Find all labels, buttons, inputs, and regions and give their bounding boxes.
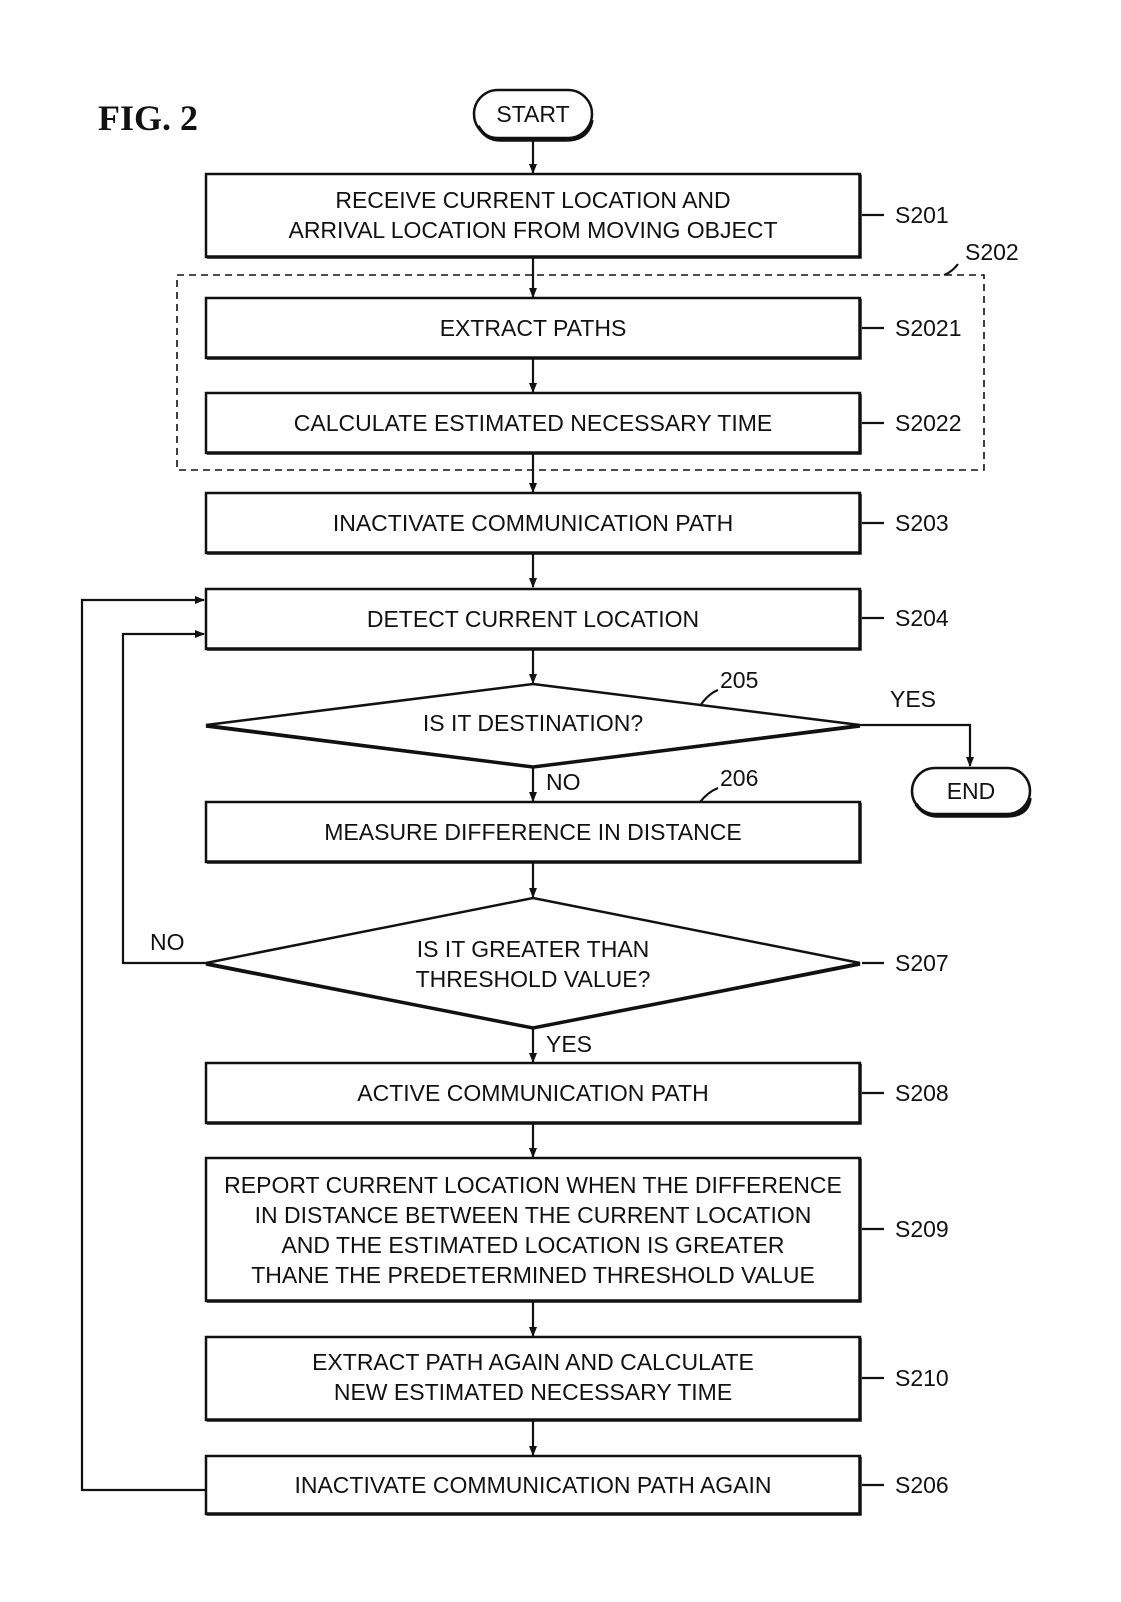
step-text: INACTIVATE COMMUNICATION PATH (333, 510, 733, 536)
step-text: THANE THE PREDETERMINED THRESHOLD VALUE (251, 1262, 815, 1288)
decision-text: IS IT GREATER THAN (417, 936, 650, 962)
end-terminal: END (910, 766, 1032, 818)
branch-no: NO (546, 769, 581, 795)
decision-s207: IS IT GREATER THAN THRESHOLD VALUE? S207… (150, 896, 949, 1057)
start-label: START (496, 101, 569, 127)
step-ref: S204 (895, 605, 949, 631)
step-s210: EXTRACT PATH AGAIN AND CALCULATE NEW EST… (204, 1335, 949, 1422)
step-s2022: CALCULATE ESTIMATED NECESSARY TIME S2022 (204, 391, 962, 455)
step-s204: DETECT CURRENT LOCATION S204 (204, 587, 949, 651)
step-s206: INACTIVATE COMMUNICATION PATH AGAIN S206 (204, 1454, 949, 1516)
step-text: DETECT CURRENT LOCATION (367, 606, 699, 632)
step-text: ARRIVAL LOCATION FROM MOVING OBJECT (288, 217, 777, 243)
step-s2021: EXTRACT PATHS S2021 (204, 296, 962, 360)
step-text: REPORT CURRENT LOCATION WHEN THE DIFFERE… (224, 1172, 842, 1198)
flowchart: FIG. 2 START S202 RECEIVE CURRENT LOCATI… (80, 88, 1032, 1516)
arrow-s206b-loop (80, 596, 206, 1492)
step-s203: INACTIVATE COMMUNICATION PATH S203 (204, 491, 949, 555)
step-ref: S209 (895, 1216, 949, 1242)
branch-yes: YES (546, 1031, 592, 1057)
step-ref: S2022 (895, 410, 962, 436)
step-text: EXTRACT PATHS (440, 315, 627, 341)
step-text: IN DISTANCE BETWEEN THE CURRENT LOCATION (255, 1202, 812, 1228)
step-ref: S206 (895, 1472, 949, 1498)
branch-yes: YES (890, 686, 936, 712)
step-s209: REPORT CURRENT LOCATION WHEN THE DIFFERE… (204, 1156, 949, 1303)
arrow-d207-no-loop (121, 630, 206, 965)
step-text: RECEIVE CURRENT LOCATION AND (335, 187, 730, 213)
figure-title: FIG. 2 (98, 98, 198, 138)
end-label: END (947, 778, 996, 804)
step-text: EXTRACT PATH AGAIN AND CALCULATE (312, 1349, 754, 1375)
step-ref: S208 (895, 1080, 949, 1106)
step-text: AND THE ESTIMATED LOCATION IS GREATER (281, 1232, 784, 1258)
arrow-d205-end (860, 723, 974, 767)
step-ref: S203 (895, 510, 949, 536)
decision-text: THRESHOLD VALUE? (416, 966, 651, 992)
step-text: NEW ESTIMATED NECESSARY TIME (334, 1379, 732, 1405)
step-ref: S2021 (895, 315, 962, 341)
step-s208: ACTIVE COMMUNICATION PATH S208 (204, 1061, 949, 1125)
decision-text: IS IT DESTINATION? (423, 710, 643, 736)
step-text: ACTIVE COMMUNICATION PATH (357, 1080, 708, 1106)
decision-205: IS IT DESTINATION? 205 YES NO (205, 667, 936, 795)
group-ref: S202 (965, 239, 1019, 265)
step-ref: 206 (720, 765, 758, 791)
step-text: CALCULATE ESTIMATED NECESSARY TIME (294, 410, 772, 436)
branch-no: NO (150, 929, 185, 955)
step-ref: S201 (895, 202, 949, 228)
step-s201: RECEIVE CURRENT LOCATION AND ARRIVAL LOC… (204, 172, 949, 259)
start-terminal: START (472, 88, 594, 142)
step-text: MEASURE DIFFERENCE IN DISTANCE (324, 819, 741, 845)
step-ref: S210 (895, 1365, 949, 1391)
step-text: INACTIVATE COMMUNICATION PATH AGAIN (294, 1472, 771, 1498)
decision-ref: 205 (720, 667, 758, 693)
decision-ref: S207 (895, 950, 949, 976)
